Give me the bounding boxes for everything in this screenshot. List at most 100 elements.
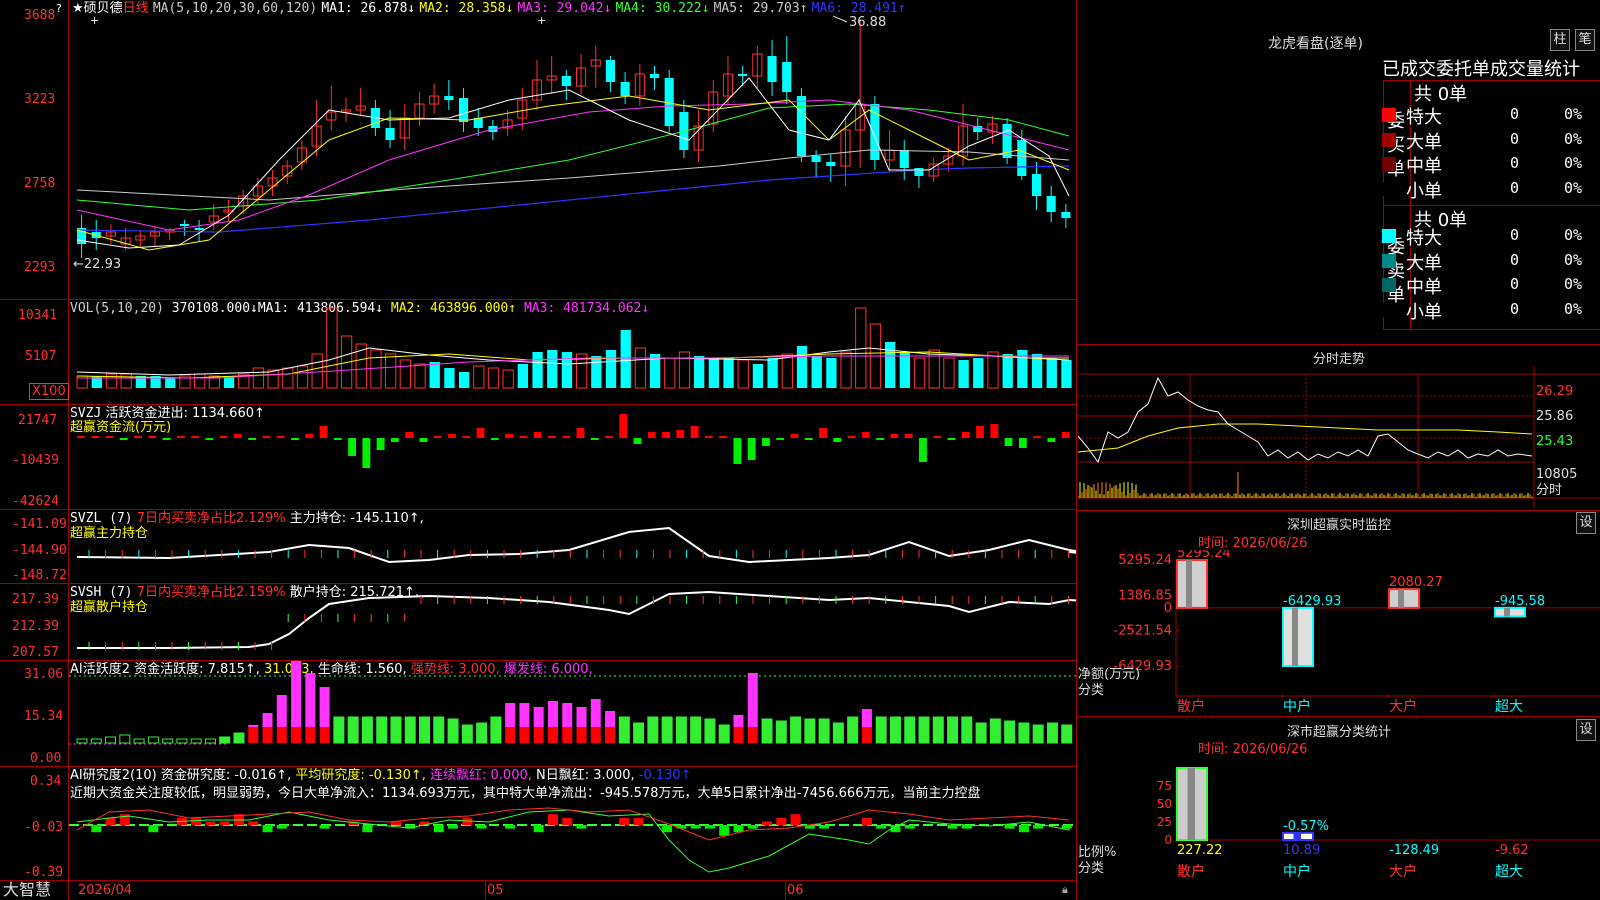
dragon-tiger-title: 龙虎看盘(逐单) [1268, 36, 1363, 52]
category-label: 中户 [1283, 863, 1311, 880]
row-color-swatch [1382, 253, 1396, 268]
category-label: 散户 [1177, 698, 1205, 715]
y-tick: 2758 [24, 176, 56, 191]
ma4-line [76, 103, 1070, 211]
ai-commentary: 近期大资金关注度较低，明显弱势，今日大单净流入：1134.693万元，其中特大单… [70, 786, 981, 801]
y-tick: 75 [1157, 779, 1172, 793]
ai-active-chart[interactable] [69, 661, 1076, 766]
bar[interactable] [1176, 767, 1208, 841]
row-pct: 0% [1564, 178, 1583, 197]
lock-icon[interactable]: 🔒︎ [1062, 882, 1068, 897]
bar[interactable] [1388, 588, 1420, 609]
y-tick: 0.00 [30, 751, 62, 766]
y-tick: 31.06 [24, 667, 64, 682]
chart-area[interactable]: ★硕贝德日线 MA(5,10,20,30,60,120) MA1: 26.878… [0, 0, 1077, 900]
row-color-swatch [1382, 132, 1396, 147]
bar[interactable] [1282, 831, 1314, 842]
y-tick: 5107 [25, 349, 57, 364]
row-color-swatch [1382, 157, 1396, 171]
bar[interactable] [1494, 606, 1526, 618]
intraday-chart[interactable]: 26.29 25.86 25.43 10805 分时 [1078, 366, 1600, 508]
intraday-title[interactable]: 分时走势 [1078, 348, 1600, 367]
row-count: 0 [1510, 105, 1520, 123]
row-count: 0 [1510, 129, 1520, 148]
row-count: 0 [1510, 299, 1520, 318]
sell-side-label: 委卖单 [1387, 237, 1405, 306]
category-label: 超大 [1495, 699, 1523, 715]
tab-filled[interactable]: 已成交 [1382, 55, 1436, 81]
y-tick: -10439 [12, 453, 59, 468]
intraday-vol-label: 10805 [1536, 467, 1577, 482]
category-label: 大户 [1389, 863, 1417, 880]
volume-chart[interactable] [69, 300, 1076, 404]
y-tick: 25 [1157, 815, 1172, 829]
ai-research-label-0: 资金研究度: -0.016↑, [160, 768, 292, 783]
brand-logo: 大智慧 [3, 880, 52, 899]
svzl-chart[interactable] [69, 510, 1076, 583]
ai-research-label-3: N日飘红: 3.000, [536, 768, 635, 783]
row-count: 0 [1510, 226, 1520, 244]
row-color-swatch [1382, 229, 1396, 243]
line-mode-button[interactable]: 笔 [1575, 29, 1595, 51]
pct-label: -0.57% [1283, 819, 1329, 834]
sz-monitor-time: 时间: 2026/06/26 [1198, 536, 1308, 551]
y-tick: 207.57 [12, 645, 59, 660]
row-name: 特大 [1406, 107, 1442, 128]
y-tick: 21747 [18, 413, 58, 428]
sz-classify-chart[interactable]: 75 50 25 0 比例%分类 227.22 散户 10.89 中户 -128.49 大户 -9.6… [1078, 758, 1600, 900]
y-tick: 10341 [18, 308, 58, 323]
svzj-chart[interactable] [69, 405, 1076, 509]
high-price-label: 36.88 [849, 15, 886, 30]
ai-research-label-1: 平均研究度: -0.130↑, [295, 768, 426, 783]
y-tick: 0.34 [30, 774, 62, 789]
row-pct: 0% [1564, 105, 1583, 123]
y-tick: 217.39 [12, 592, 59, 607]
y-tick: -0.03 [24, 820, 64, 835]
y-tick: -148.72 [12, 568, 67, 583]
bar-value-label: -9.62 [1495, 843, 1529, 858]
tab-volume-stats[interactable]: 成交量统计 [1490, 55, 1598, 81]
row-pct: 0% [1564, 129, 1583, 148]
ai-research-label-4: -0.130↑ [638, 768, 692, 783]
help-icon[interactable]: ? [56, 1, 62, 16]
svsh-chart[interactable] [69, 584, 1076, 660]
bar-mode-button[interactable]: 柱 [1550, 29, 1570, 51]
y-tick: -144.90 [12, 543, 67, 558]
row-name: 中单 [1406, 156, 1442, 177]
candlestick-chart[interactable]: 36.88 ←22.93 [69, 0, 1076, 298]
bar[interactable] [1176, 559, 1208, 609]
category-label: 散户 [1177, 863, 1205, 880]
row-pct: 0% [1564, 299, 1583, 318]
y-tick: -42624 [12, 494, 59, 509]
row-name: 中单 [1406, 277, 1442, 298]
right-sidebar: 龙虎看盘(逐单) 柱 笔 已成交 委托单 成交量统计 委买单 共 0单 特大 0 0… [1078, 0, 1600, 900]
x-axis-label: 分类 [1078, 683, 1104, 698]
row-count: 0 [1510, 275, 1520, 293]
y-tick: -0.39 [24, 865, 64, 880]
date-axis-start: 2026/04 [78, 883, 133, 898]
tab-orders[interactable]: 委托单 [1436, 55, 1490, 81]
y-tick: 2293 [24, 260, 56, 275]
row-pct: 0% [1564, 154, 1583, 172]
row-color-swatch [1382, 302, 1396, 317]
sz-classify-title: 深市超赢分类统计 [1286, 725, 1391, 740]
sz-classify-settings-button[interactable]: 设 [1576, 719, 1596, 741]
y-tick: 5295.24 [1118, 553, 1172, 568]
ai-research-chart[interactable] [69, 800, 1076, 880]
volume-unit-badge[interactable]: X100 [29, 383, 69, 400]
sz-monitor-chart[interactable]: 5295.241386.850-2521.54-6429.93净额(万元)分类5… [1078, 550, 1600, 716]
row-pct: 0% [1564, 250, 1583, 269]
y-tick: 3223 [24, 92, 56, 107]
bar[interactable] [1282, 606, 1314, 667]
ai-research-label-2: 连续飘红: 0.000, [430, 768, 532, 783]
bar-value-label: 227.22 [1177, 843, 1223, 858]
low-price-label: ←22.93 [73, 257, 121, 272]
ai-research-header: AI研究度2(10) [70, 768, 157, 783]
intraday-price-mid: 25.86 [1536, 409, 1573, 424]
y-tick: 212.39 [12, 619, 59, 634]
sz-monitor-title: 深圳超赢实时监控 [1286, 518, 1391, 533]
bar-value-label: 10.89 [1283, 843, 1320, 858]
bar-value-label: -945.58 [1495, 594, 1545, 609]
row-count: 0 [1510, 178, 1520, 197]
sz-monitor-settings-button[interactable]: 设 [1576, 512, 1596, 534]
